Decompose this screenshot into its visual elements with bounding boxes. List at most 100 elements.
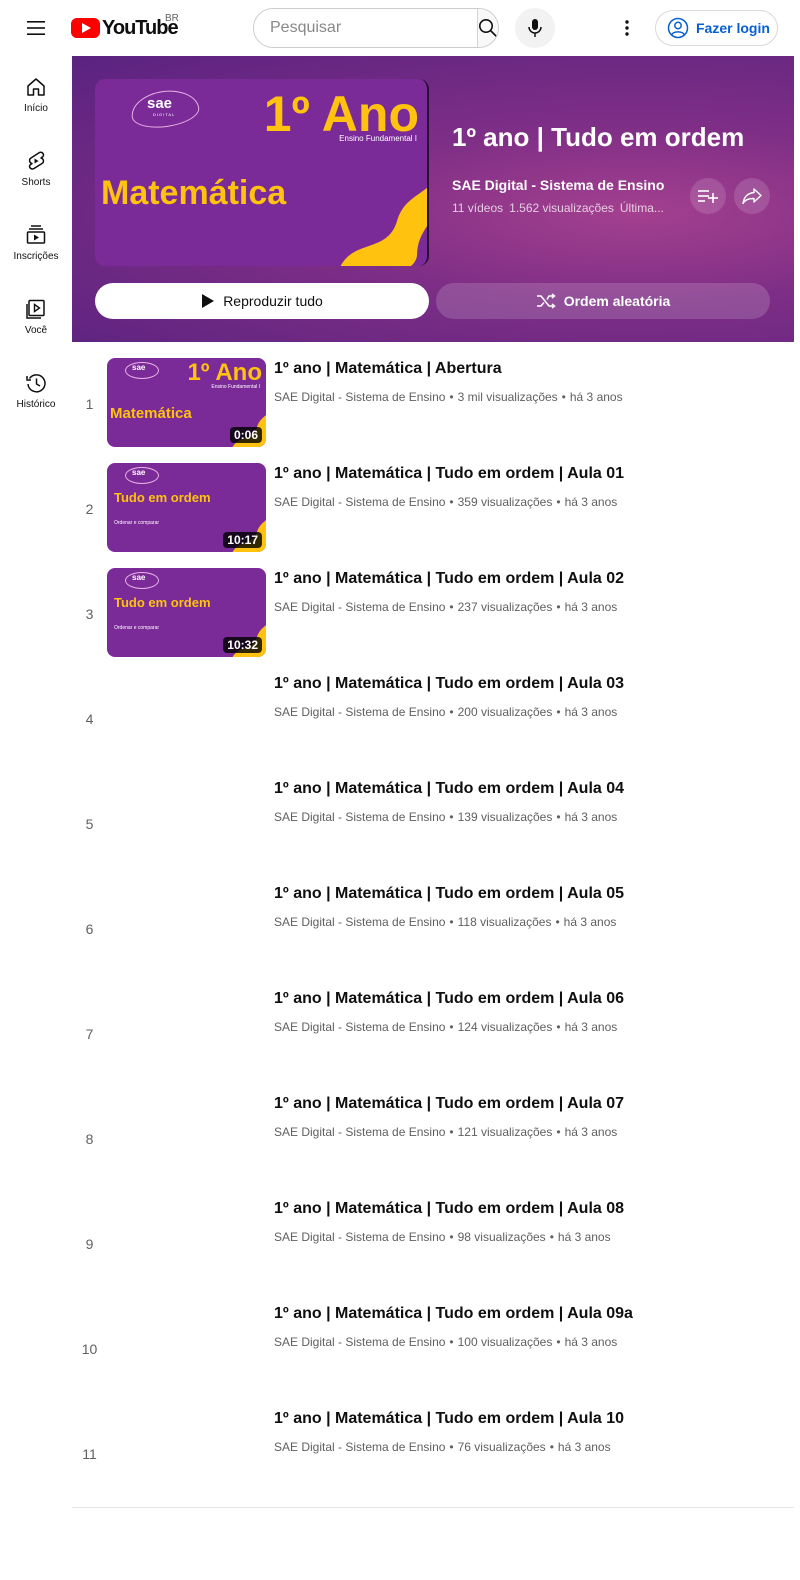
upload-age: há 3 anos <box>564 495 618 509</box>
more-options-button[interactable] <box>607 8 647 48</box>
separator-dot: • <box>556 705 561 719</box>
video-title-link[interactable]: 1º ano | Matemática | Tudo em ordem | Au… <box>274 570 624 588</box>
playlist-owner-link[interactable]: SAE Digital - Sistema de Ensino <box>452 177 664 193</box>
cover-subject: Matemática <box>101 174 287 212</box>
separator-dot: • <box>449 1335 454 1349</box>
channel-link[interactable]: SAE Digital - Sistema de Ensino <box>274 1230 445 1244</box>
sidebar-item-home[interactable]: Início <box>0 56 72 130</box>
list-item[interactable]: 1 sae 1º Ano Ensino Fundamental I Matemá… <box>72 342 794 447</box>
video-title-link[interactable]: 1º ano | Matemática | Tudo em ordem | Au… <box>274 465 624 483</box>
view-count: 76 visualizações <box>457 1440 546 1454</box>
view-count: 100 visualizações <box>457 1335 553 1349</box>
video-meta: SAE Digital - Sistema de Ensino • 100 visu… <box>274 1335 617 1349</box>
hamburger-icon <box>27 21 45 35</box>
channel-link[interactable]: SAE Digital - Sistema de Ensino <box>274 1020 445 1034</box>
video-index: 11 <box>82 1446 97 1462</box>
cover-level: Ensino Fundamental I <box>339 134 417 143</box>
share-button[interactable] <box>734 178 770 214</box>
list-item[interactable]: 2 sae Tudo em ordem Ordenar e comparar 1… <box>72 447 794 552</box>
youtube-play-icon <box>71 18 100 38</box>
search-input[interactable] <box>254 9 477 47</box>
upload-age: há 3 anos <box>564 1020 618 1034</box>
video-title-link[interactable]: 1º ano | Matemática | Tudo em ordem | Au… <box>274 780 624 798</box>
video-title-link[interactable]: 1º ano | Matemática | Tudo em ordem | Au… <box>274 885 624 903</box>
shuffle-button[interactable]: Ordem aleatória <box>436 283 770 319</box>
separator-dot: • <box>449 495 454 509</box>
channel-link[interactable]: SAE Digital - Sistema de Ensino <box>274 390 445 404</box>
channel-link[interactable]: SAE Digital - Sistema de Ensino <box>274 1440 445 1454</box>
menu-button[interactable] <box>16 8 56 48</box>
video-index: 10 <box>81 1341 98 1357</box>
list-item[interactable]: 10 1º ano | Matemática | Tudo em ordem |… <box>72 1287 794 1392</box>
history-icon <box>26 374 46 393</box>
playlist-add-icon <box>698 190 718 203</box>
list-item[interactable]: 11 1º ano | Matemática | Tudo em ordem |… <box>72 1392 794 1497</box>
video-title-link[interactable]: 1º ano | Matemática | Tudo em ordem | Au… <box>274 1410 624 1428</box>
list-item[interactable]: 3 sae Tudo em ordem Ordenar e comparar 1… <box>72 552 794 657</box>
list-divider <box>72 1507 794 1508</box>
sidebar-item-history[interactable]: Histórico <box>0 352 72 426</box>
video-title-link[interactable]: 1º ano | Matemática | Tudo em ordem | Au… <box>274 1095 624 1113</box>
list-item[interactable]: 7 1º ano | Matemática | Tudo em ordem | … <box>72 972 794 1077</box>
video-title-link[interactable]: 1º ano | Matemática | Tudo em ordem | Au… <box>274 990 624 1008</box>
video-thumbnail[interactable]: sae Tudo em ordem Ordenar e comparar 10:… <box>107 463 266 552</box>
sign-in-button[interactable]: Fazer login <box>655 10 778 46</box>
thumb-brand: sae <box>132 573 146 582</box>
last-updated: Última... <box>619 201 664 215</box>
list-item[interactable]: 9 1º ano | Matemática | Tudo em ordem | … <box>72 1182 794 1287</box>
thumb-year: 1º Ano <box>187 359 262 386</box>
sidebar-item-label: Histórico <box>16 399 56 410</box>
youtube-logo[interactable]: YouTube <box>71 14 179 42</box>
video-index: 8 <box>85 1131 94 1147</box>
share-icon <box>742 188 762 204</box>
separator-dot: • <box>556 1125 561 1139</box>
channel-link[interactable]: SAE Digital - Sistema de Ensino <box>274 1335 445 1349</box>
search-button[interactable] <box>477 9 498 47</box>
play-all-button[interactable]: Reproduzir tudo <box>95 283 429 319</box>
voice-search-button[interactable] <box>515 8 555 48</box>
list-item[interactable]: 6 1º ano | Matemática | Tudo em ordem | … <box>72 867 794 972</box>
thumb-topic: Tudo em ordem <box>114 595 211 610</box>
channel-link[interactable]: SAE Digital - Sistema de Ensino <box>274 1125 445 1139</box>
video-thumbnail[interactable]: sae Tudo em ordem Ordenar e comparar 10:… <box>107 568 266 657</box>
separator-dot: • <box>449 390 454 404</box>
video-index: 1 <box>85 396 94 412</box>
playlist-video-list: 1 sae 1º Ano Ensino Fundamental I Matemá… <box>72 342 794 1497</box>
channel-link[interactable]: SAE Digital - Sistema de Ensino <box>274 915 445 929</box>
list-item[interactable]: 8 1º ano | Matemática | Tudo em ordem | … <box>72 1077 794 1182</box>
upload-age: há 3 anos <box>564 600 618 614</box>
sidebar-item-label: Você <box>24 325 48 336</box>
playlist-cover-image[interactable]: sae DIGITAL 1º Ano Ensino Fundamental I … <box>95 79 429 266</box>
save-playlist-button[interactable] <box>690 178 726 214</box>
video-title-link[interactable]: 1º ano | Matemática | Tudo em ordem | Au… <box>274 1305 633 1323</box>
channel-link[interactable]: SAE Digital - Sistema de Ensino <box>274 705 445 719</box>
top-bar: YouTube BR Fazer login <box>0 0 800 56</box>
channel-link[interactable]: SAE Digital - Sistema de Ensino <box>274 495 445 509</box>
sidebar-item-you[interactable]: Você <box>0 278 72 352</box>
more-vert-icon <box>625 20 629 36</box>
upload-age: há 3 anos <box>564 810 618 824</box>
thumb-level: Ensino Fundamental I <box>211 384 260 390</box>
channel-link[interactable]: SAE Digital - Sistema de Ensino <box>274 600 445 614</box>
video-title-link[interactable]: 1º ano | Matemática | Tudo em ordem | Au… <box>274 675 624 693</box>
list-item[interactable]: 4 1º ano | Matemática | Tudo em ordem | … <box>72 657 794 762</box>
separator-dot: • <box>449 915 454 929</box>
video-meta: SAE Digital - Sistema de Ensino • 139 visu… <box>274 810 617 824</box>
separator-dot: • <box>449 1440 454 1454</box>
country-code: BR <box>165 13 179 24</box>
video-title-link[interactable]: 1º ano | Matemática | Abertura <box>274 360 502 378</box>
play-all-label: Reproduzir tudo <box>223 293 323 309</box>
sidebar-item-subscriptions[interactable]: Inscrições <box>0 204 72 278</box>
channel-link[interactable]: SAE Digital - Sistema de Ensino <box>274 810 445 824</box>
video-thumbnail[interactable]: sae 1º Ano Ensino Fundamental I Matemáti… <box>107 358 266 447</box>
you-icon <box>26 299 45 319</box>
list-item[interactable]: 5 1º ano | Matemática | Tudo em ordem | … <box>72 762 794 867</box>
view-count: 139 visualizações <box>457 810 553 824</box>
video-index: 7 <box>85 1026 94 1042</box>
video-meta: SAE Digital - Sistema de Ensino • 121 visu… <box>274 1125 617 1139</box>
search-icon <box>479 19 498 38</box>
view-count: 98 visualizações <box>457 1230 546 1244</box>
sidebar-item-shorts[interactable]: Shorts <box>0 130 72 204</box>
separator-dot: • <box>449 810 454 824</box>
video-title-link[interactable]: 1º ano | Matemática | Tudo em ordem | Au… <box>274 1200 624 1218</box>
